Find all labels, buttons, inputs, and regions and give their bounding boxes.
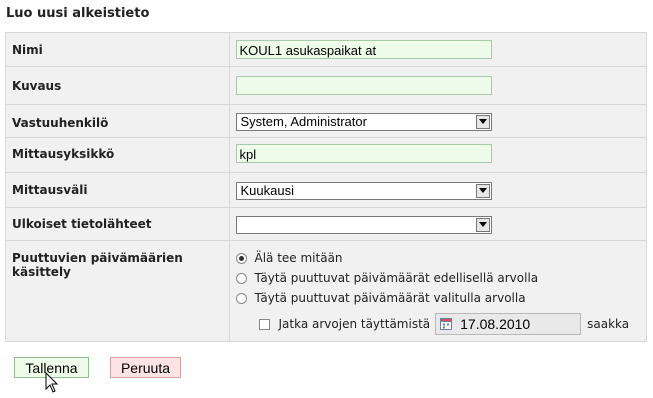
- radio-label: Älä tee mitään: [254, 251, 343, 265]
- chevron-down-icon[interactable]: [475, 184, 490, 198]
- date-value: 17.08.2010: [460, 316, 531, 332]
- label-vastuuhenkilo: Vastuuhenkilö: [5, 104, 230, 138]
- mittausvali-value: Kuukausi: [240, 183, 294, 198]
- chevron-down-icon[interactable]: [475, 218, 490, 232]
- mittausyksikko-input[interactable]: kpl: [235, 144, 492, 163]
- label-puuttuvat: Puuttuvien päivämäärien käsittely: [5, 240, 230, 342]
- radio-button[interactable]: [235, 292, 247, 304]
- kuvaus-input[interactable]: [235, 76, 492, 95]
- until-label: saakka: [587, 317, 630, 331]
- vastuuhenkilo-select[interactable]: System, Administrator: [235, 113, 492, 131]
- cancel-button[interactable]: Peruuta: [110, 357, 181, 378]
- label-kuvaus: Kuvaus: [5, 66, 230, 105]
- radio-option-1[interactable]: Täytä puuttuvat päivämäärät edellisellä …: [235, 268, 647, 288]
- radio-option-2[interactable]: Täytä puuttuvat päivämäärät valitulla ar…: [235, 288, 647, 308]
- label-mittausvali: Mittausväli: [5, 172, 230, 208]
- date-field[interactable]: 17.08.2010: [435, 313, 582, 335]
- mittausvali-select[interactable]: Kuukausi: [235, 182, 492, 200]
- label-nimi: Nimi: [5, 32, 230, 67]
- ulkoiset-select[interactable]: [235, 216, 492, 234]
- nimi-input[interactable]: KOUL1 asukaspaikat at: [235, 40, 492, 59]
- radio-label: Täytä puuttuvat päivämäärät valitulla ar…: [254, 291, 526, 305]
- radio-button[interactable]: [235, 252, 247, 264]
- data-form: Nimi KOUL1 asukaspaikat at Kuvaus Vastuu…: [5, 32, 647, 342]
- continue-checkbox[interactable]: [258, 318, 270, 330]
- mouse-pointer-icon: [45, 372, 59, 393]
- chevron-down-icon[interactable]: [475, 115, 490, 129]
- radio-label: Täytä puuttuvat päivämäärät edellisellä …: [254, 271, 539, 285]
- continue-label: Jatka arvojen täyttämistä: [278, 317, 431, 331]
- vastuuhenkilo-value: System, Administrator: [240, 114, 367, 129]
- label-mittausyksikko: Mittausyksikkö: [5, 137, 230, 173]
- calendar-icon[interactable]: [440, 318, 453, 330]
- page-title: Luo uusi alkeistieto: [6, 6, 150, 21]
- radio-button[interactable]: [235, 272, 247, 284]
- radio-option-0[interactable]: Älä tee mitään: [235, 248, 647, 268]
- continue-row: Jatka arvojen täyttämistä 17.08.2010 saa…: [258, 313, 647, 335]
- label-ulkoiset: Ulkoiset tietolähteet: [5, 207, 230, 241]
